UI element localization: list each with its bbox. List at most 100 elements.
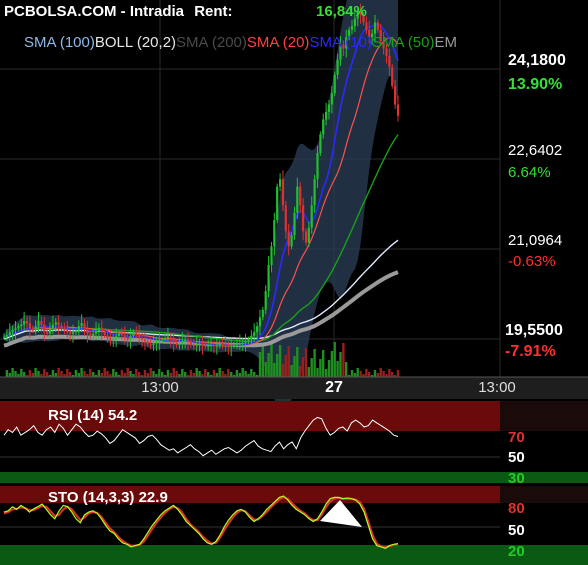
candle-body: [129, 335, 132, 340]
price-tick: 22,6402: [508, 142, 562, 159]
volume-bar: [37, 371, 40, 377]
volume-bar: [112, 369, 115, 377]
chart-canvas: 13:00 27 13:00 RSI (14) 54.2 70 50 30 ST…: [0, 0, 588, 565]
candle-body: [244, 341, 247, 343]
candle-body: [158, 339, 161, 342]
candle-body: [69, 332, 72, 334]
volume-bar: [261, 343, 264, 377]
volume-bar: [339, 352, 342, 377]
volume-bar: [307, 367, 310, 377]
candle-body: [327, 104, 331, 112]
candle-body: [89, 333, 92, 336]
candle-body: [11, 330, 14, 333]
volume-bar: [11, 368, 14, 377]
volume-bar: [100, 373, 103, 377]
volume-bar: [149, 368, 152, 377]
candle-body: [80, 323, 83, 327]
volume-bar: [169, 373, 172, 377]
volume-bar: [258, 352, 262, 377]
volume-bar: [66, 369, 69, 377]
volume-bar: [51, 370, 55, 377]
candle-body: [296, 186, 299, 213]
candle-body: [86, 328, 89, 334]
volume-bar: [396, 370, 400, 377]
volume-bar: [310, 358, 313, 377]
candle-body: [164, 338, 167, 340]
candle-body: [152, 343, 155, 345]
candle-body: [143, 339, 146, 342]
volume-bar: [353, 373, 357, 377]
volume-bar: [241, 368, 244, 377]
volume-bar: [161, 372, 164, 377]
candle-body: [210, 344, 213, 347]
volume-bar: [368, 372, 371, 377]
candle-body: [94, 330, 98, 334]
sto-level-50: 50: [508, 522, 525, 539]
volume-bar: [14, 371, 17, 377]
price-pct: 13.90%: [508, 76, 562, 93]
volume-bar: [235, 370, 239, 377]
candle-body: [2, 336, 6, 338]
candle-body: [388, 56, 391, 68]
candle-body: [207, 345, 210, 347]
volume-bar: [227, 369, 230, 377]
time-tick: 27: [325, 379, 343, 396]
rsi-level-50: 50: [508, 449, 525, 466]
candle-body: [307, 227, 310, 243]
candle-body: [71, 332, 75, 334]
volume-bar: [336, 361, 339, 377]
candle-body: [264, 291, 267, 310]
candle-body: [112, 338, 115, 340]
price-pct: -0.63%: [508, 253, 556, 270]
candle-body: [178, 343, 181, 345]
volume-bar: [192, 373, 195, 377]
candle-body: [215, 345, 218, 347]
candle-body: [109, 338, 112, 340]
rsi-level-30: 30: [508, 470, 525, 487]
candle-body: [14, 328, 17, 330]
candle-body: [40, 321, 43, 325]
volume-bar: [365, 369, 368, 377]
candle-body: [166, 336, 169, 339]
volume-bar: [60, 371, 63, 377]
price-pct: -7.91%: [505, 343, 556, 360]
candle-body: [365, 22, 368, 30]
volume-bar: [97, 370, 101, 377]
candle-body: [66, 330, 69, 333]
volume-bar: [207, 372, 210, 377]
volume-bar: [189, 370, 193, 377]
time-axis: 13:00 27 13:00: [0, 376, 588, 399]
candle-body: [155, 341, 158, 344]
rsi-panel: RSI (14) 54.2 70 50 30: [0, 401, 588, 487]
volume-bar: [345, 362, 348, 377]
volume-bar: [74, 370, 78, 377]
candle-body: [287, 231, 290, 247]
candle-body: [373, 22, 377, 34]
candle-body: [161, 339, 164, 341]
volume-bar: [146, 373, 149, 377]
candle-body: [224, 344, 227, 347]
candle-body: [192, 344, 195, 347]
volume-bar: [54, 373, 57, 377]
candle-body: [77, 326, 80, 331]
candle-body: [256, 326, 259, 333]
volume-bar: [244, 371, 247, 377]
volume-bar: [313, 349, 316, 377]
candle-body: [302, 205, 305, 232]
candle-body: [31, 328, 34, 330]
candle-body: [391, 67, 394, 86]
candle-body: [140, 337, 144, 340]
volume-bar: [195, 368, 198, 377]
candle-body: [83, 323, 86, 329]
sto-panel: STO (14,3,3) 22.9 80 50 20: [0, 486, 588, 565]
volume-bar: [330, 351, 334, 377]
candle-body: [333, 74, 336, 94]
volume-bar: [204, 369, 207, 377]
volume-bar: [221, 371, 224, 377]
volume-bar: [293, 356, 296, 377]
legend-item: EM: [434, 34, 458, 51]
volume-bar: [31, 373, 34, 377]
candle-body: [135, 332, 138, 334]
volume-bar: [264, 362, 267, 377]
candle-body: [396, 104, 400, 116]
